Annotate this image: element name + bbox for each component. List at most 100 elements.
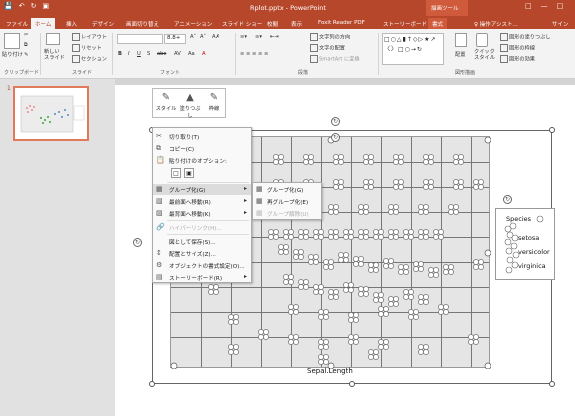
point-handle[interactable] [478,179,484,185]
paste-button[interactable]: 貼り付け [2,51,23,58]
save-icon[interactable]: 💾 [4,2,13,10]
point-handle[interactable] [288,229,294,235]
point-handle[interactable] [453,159,459,165]
point-handle[interactable] [308,154,314,160]
point-handle[interactable] [378,311,384,317]
point-handle[interactable] [418,294,424,300]
point-handle[interactable] [368,262,374,268]
point-handle[interactable] [428,154,434,160]
point-handle[interactable] [333,234,339,240]
x-axis-title[interactable]: Sepal.Length [307,367,353,375]
point-handle[interactable] [453,184,459,190]
point-handle[interactable] [473,259,479,265]
point-handle[interactable] [233,344,239,350]
point-handle[interactable] [323,264,329,270]
point-handle[interactable] [283,274,289,280]
point-handle[interactable] [393,209,399,215]
point-handle[interactable] [348,312,354,318]
point-handle[interactable] [353,261,359,267]
point-handle[interactable] [398,184,404,190]
new-slide-icon[interactable] [46,33,60,45]
point-handle[interactable] [393,296,399,302]
point-handle[interactable] [393,204,399,210]
menu-item-format-object[interactable]: ⚙ オブジェクトの書式設定(O)... [153,260,251,271]
decrease-font-icon[interactable]: A˅ [200,34,206,40]
point-handle[interactable] [308,259,314,265]
point-handle[interactable] [298,229,304,235]
point-handle[interactable] [393,234,399,240]
reset-button[interactable]: リセット [72,44,102,52]
point-handle[interactable] [348,339,354,345]
rotate-handle-icon[interactable]: ↻ [331,117,340,126]
point-handle[interactable] [213,284,219,290]
point-handle[interactable] [303,234,309,240]
point-handle[interactable] [408,229,414,235]
point-handle[interactable] [313,289,319,295]
menu-item-storyboard[interactable]: ▤ ストーリーボード(R) ▸ [153,272,251,283]
point-handle[interactable] [273,234,279,240]
fill-button[interactable]: ▲ 塗りつぶし [179,92,201,119]
point-handle[interactable] [423,229,429,235]
point-handle[interactable] [288,309,294,315]
point-handle[interactable] [368,349,374,355]
menu-item-copy[interactable]: ⧉ コピー(C) [153,143,251,154]
point-handle[interactable] [438,229,444,235]
point-handle[interactable] [278,244,284,250]
paste-option-icon[interactable]: □ [171,168,181,178]
point-handle[interactable] [278,159,284,165]
point-handle[interactable] [318,314,324,320]
point-handle[interactable] [408,314,414,320]
point-handle[interactable] [263,329,269,335]
point-handle[interactable] [328,289,334,295]
point-handle[interactable] [288,339,294,345]
outline-button[interactable]: ✎ 枠線 [203,92,225,116]
copy-icon[interactable]: ⧉ [24,42,28,49]
point-handle[interactable] [378,297,384,303]
paste-picture-icon[interactable]: ▣ [184,168,194,178]
tab-format[interactable]: 書式 [428,18,448,29]
point-handle[interactable] [298,234,304,240]
point-handle[interactable] [473,264,479,270]
point-handle[interactable] [343,257,349,263]
point-handle[interactable] [293,249,299,255]
point-handle[interactable] [273,159,279,165]
point-handle[interactable] [438,309,444,315]
point-handle[interactable] [303,284,309,290]
point-handle[interactable] [428,267,434,273]
point-handle[interactable] [453,204,459,210]
rotate-handle-icon[interactable]: ↻ [503,195,512,204]
point-handle[interactable] [283,234,289,240]
point-handle[interactable] [353,312,359,318]
point-handle[interactable] [458,179,464,185]
font-name-select[interactable] [117,34,163,44]
point-handle[interactable] [268,234,274,240]
point-handle[interactable] [283,229,289,235]
point-handle[interactable] [433,267,439,273]
point-handle[interactable] [358,229,364,235]
point-handle[interactable] [363,291,369,297]
point-handle[interactable] [318,309,324,315]
point-handle[interactable] [393,179,399,185]
point-handle[interactable] [338,159,344,165]
point-handle[interactable] [363,204,369,210]
point-handle[interactable] [478,264,484,270]
point-handle[interactable] [388,301,394,307]
submenu-item-group[interactable]: ▦ グループ化(G) [253,184,321,195]
point-handle[interactable] [383,263,389,269]
point-handle[interactable] [333,179,339,185]
resize-handle[interactable] [349,381,355,387]
point-handle[interactable] [348,234,354,240]
change-case-icon[interactable]: Aa [188,51,195,57]
point-handle[interactable] [423,179,429,185]
point-handle[interactable] [298,279,304,285]
point-handle[interactable] [323,259,329,265]
point-handle[interactable] [233,349,239,355]
format-painter-icon[interactable]: ✎ [24,52,28,58]
point-handle[interactable] [468,334,474,340]
point-handle[interactable] [338,257,344,263]
tab-review[interactable]: 校閲 [263,18,282,29]
point-handle[interactable] [418,261,424,267]
point-handle[interactable] [388,258,394,264]
point-handle[interactable] [333,159,339,165]
point-handle[interactable] [378,306,384,312]
